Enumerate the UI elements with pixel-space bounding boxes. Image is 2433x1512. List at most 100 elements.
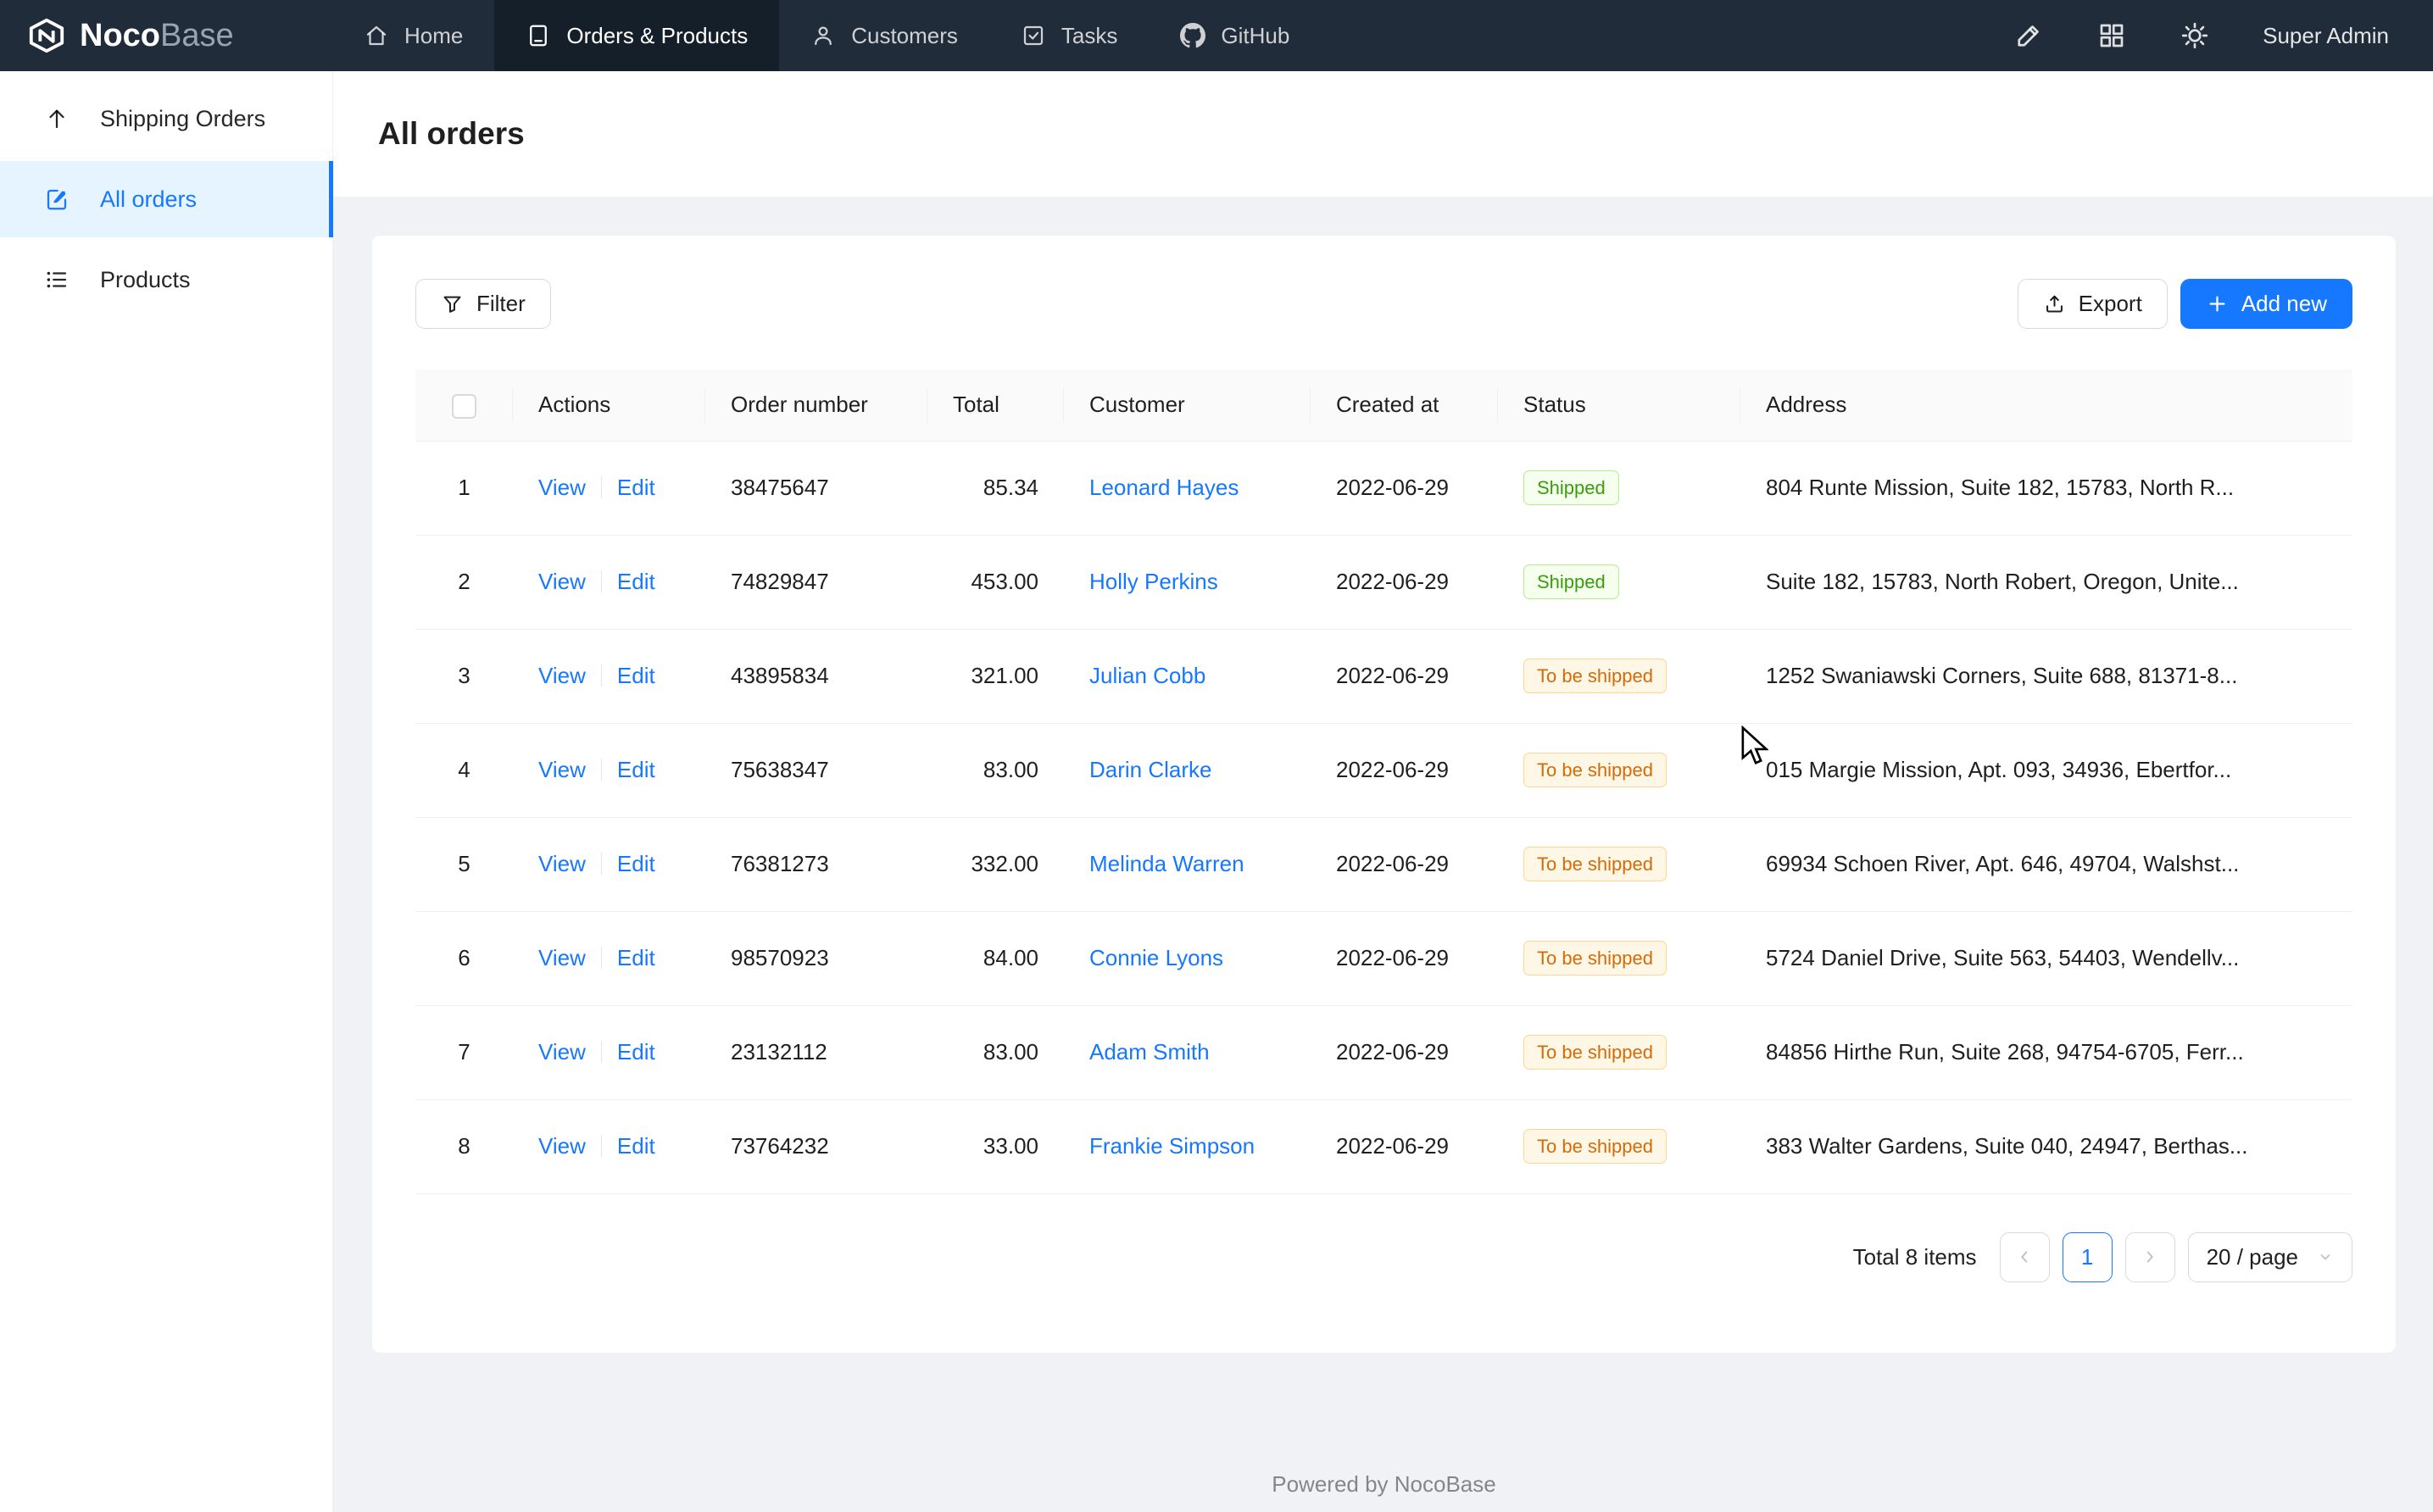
table-row: 6 ViewEdit 98570923 84.00 Connie Lyons 2… — [415, 911, 2352, 1005]
cell-order-number: 76381273 — [705, 817, 927, 911]
nocobase-logo-icon — [27, 16, 66, 55]
sidebar: Shipping Orders All orders Products — [0, 71, 333, 1512]
sidebar-item-all-orders[interactable]: All orders — [0, 161, 332, 237]
row-actions: View Edit — [513, 1099, 705, 1193]
customer-link[interactable]: Melinda Warren — [1089, 851, 1244, 876]
footer-text: Powered by NocoBase — [372, 1471, 2396, 1498]
row-index: 6 — [415, 911, 513, 1005]
cell-order-number: 23132112 — [705, 1005, 927, 1099]
cell-customer: Julian Cobb — [1064, 629, 1311, 723]
view-link[interactable]: View — [538, 851, 586, 876]
filter-button[interactable]: Filter — [415, 279, 551, 329]
cell-order-number: 75638347 — [705, 723, 927, 817]
table-row: 1 ViewEdit 38475647 85.34 Leonard Hayes … — [415, 441, 2352, 535]
ui-editor-button[interactable] — [2013, 20, 2044, 51]
view-link[interactable]: View — [538, 569, 586, 594]
filter-icon — [441, 292, 464, 315]
export-label: Export — [2079, 291, 2142, 317]
header-created-at: Created at — [1311, 370, 1498, 441]
filter-label: Filter — [476, 291, 526, 317]
nav-item-home[interactable]: Home — [332, 0, 494, 71]
customer-link[interactable]: Holly Perkins — [1089, 569, 1218, 594]
page-size-select[interactable]: 20 / page — [2188, 1232, 2352, 1282]
view-link[interactable]: View — [538, 663, 586, 688]
divider — [601, 853, 602, 875]
plugin-manager-button[interactable] — [2096, 20, 2127, 51]
cell-order-number: 73764232 — [705, 1099, 927, 1193]
customer-link[interactable]: Leonard Hayes — [1089, 475, 1239, 500]
sidebar-item-shipping-orders[interactable]: Shipping Orders — [0, 81, 332, 157]
cell-total: 321.00 — [927, 629, 1064, 723]
nav-item-github[interactable]: GitHub — [1149, 0, 1321, 71]
ui-editor-pen-icon — [2013, 20, 2044, 51]
cell-address: 804 Runte Mission, Suite 182, 15783, Nor… — [1740, 441, 2352, 535]
cell-status: To be shipped — [1498, 629, 1740, 723]
row-actions: View Edit — [513, 1005, 705, 1099]
cell-order-number: 98570923 — [705, 911, 927, 1005]
view-link[interactable]: View — [538, 1039, 586, 1065]
divider — [601, 759, 602, 781]
cell-created-at: 2022-06-29 — [1311, 441, 1498, 535]
gear-icon — [2180, 20, 2210, 51]
pagination-prev-button[interactable] — [2000, 1232, 2050, 1282]
view-link[interactable]: View — [538, 1133, 586, 1159]
cell-customer: Connie Lyons — [1064, 911, 1311, 1005]
row-actions: View Edit — [513, 441, 705, 535]
cell-order-number: 43895834 — [705, 629, 927, 723]
app: { "navbar": { "logo_noco": "Noco", "logo… — [0, 0, 2433, 1512]
sidebar-item-products[interactable]: Products — [0, 242, 332, 318]
edit-link[interactable]: Edit — [617, 1039, 655, 1065]
cell-address: Suite 182, 15783, North Robert, Oregon, … — [1740, 535, 2352, 629]
export-icon — [2043, 292, 2066, 315]
top-navbar: NocoBase Home Orders & Products Customer… — [0, 0, 2433, 71]
cell-created-at: 2022-06-29 — [1311, 629, 1498, 723]
table-row: 3 ViewEdit 43895834 321.00 Julian Cobb 2… — [415, 629, 2352, 723]
status-badge: To be shipped — [1523, 753, 1667, 787]
nav-item-orders-products[interactable]: Orders & Products — [494, 0, 779, 71]
edit-link[interactable]: Edit — [617, 663, 655, 688]
view-link[interactable]: View — [538, 757, 586, 782]
header-customer: Customer — [1064, 370, 1311, 441]
pagination-next-button[interactable] — [2125, 1232, 2175, 1282]
cell-order-number: 38475647 — [705, 441, 927, 535]
edit-link[interactable]: Edit — [617, 475, 655, 500]
customer-link[interactable]: Frankie Simpson — [1089, 1133, 1255, 1159]
edit-link[interactable]: Edit — [617, 945, 655, 970]
cell-created-at: 2022-06-29 — [1311, 723, 1498, 817]
tasks-icon — [1021, 23, 1046, 48]
select-all-checkbox[interactable] — [452, 394, 476, 419]
customer-link[interactable]: Connie Lyons — [1089, 945, 1223, 970]
header-select — [415, 370, 513, 441]
content-area: Filter Export Add new — [333, 197, 2433, 1512]
pagination-page-1[interactable]: 1 — [2063, 1232, 2113, 1282]
cell-created-at: 2022-06-29 — [1311, 535, 1498, 629]
row-index: 4 — [415, 723, 513, 817]
nav-item-tasks[interactable]: Tasks — [989, 0, 1149, 71]
edit-link[interactable]: Edit — [617, 851, 655, 876]
edit-link[interactable]: Edit — [617, 1133, 655, 1159]
status-badge: To be shipped — [1523, 1035, 1667, 1070]
divider — [601, 664, 602, 687]
nav-item-customers[interactable]: Customers — [779, 0, 989, 71]
edit-link[interactable]: Edit — [617, 757, 655, 782]
customer-link[interactable]: Darin Clarke — [1089, 757, 1212, 782]
add-new-button[interactable]: Add new — [2180, 279, 2352, 329]
customer-link[interactable]: Adam Smith — [1089, 1039, 1210, 1065]
nocobase-logo[interactable]: NocoBase — [0, 0, 332, 71]
view-link[interactable]: View — [538, 945, 586, 970]
user-menu[interactable]: Super Admin — [2263, 23, 2389, 49]
status-badge: Shipped — [1523, 470, 1619, 505]
customer-link[interactable]: Julian Cobb — [1089, 663, 1205, 688]
orders-card: Filter Export Add new — [372, 236, 2396, 1353]
home-icon — [364, 23, 389, 48]
table-row: 5 ViewEdit 76381273 332.00 Melinda Warre… — [415, 817, 2352, 911]
export-button[interactable]: Export — [2018, 279, 2168, 329]
nav-item-label: Tasks — [1061, 23, 1117, 49]
divider — [601, 1041, 602, 1063]
edit-link[interactable]: Edit — [617, 569, 655, 594]
navbar-actions: Super Admin — [2013, 0, 2433, 71]
settings-button[interactable] — [2180, 20, 2210, 51]
cell-customer: Holly Perkins — [1064, 535, 1311, 629]
view-link[interactable]: View — [538, 475, 586, 500]
header-address: Address — [1740, 370, 2352, 441]
